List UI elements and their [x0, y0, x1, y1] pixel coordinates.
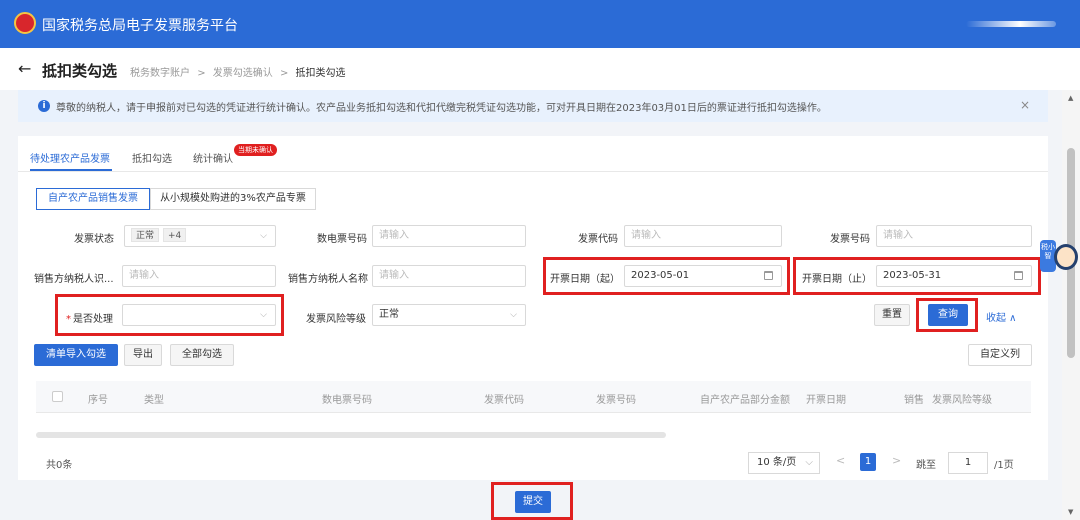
tax-emblem-icon	[14, 12, 36, 34]
jump-label: 跳至	[916, 460, 936, 471]
scroll-up-icon[interactable]: ▲	[1068, 94, 1073, 102]
date-start-value: 2023-05-01	[631, 270, 690, 281]
breadcrumb-item-tax-account[interactable]: 税务数字账户	[130, 68, 190, 79]
invoice-no-input[interactable]: 请输入	[876, 225, 1032, 247]
select-all-button[interactable]: 全部勾选	[170, 344, 234, 366]
active-tab-indicator	[30, 169, 112, 171]
main-panel: 待处理农产品发票 抵扣勾选 统计确认 当期未确认 自产农产品销售发票 从小规模处…	[18, 136, 1048, 480]
chevron-down-icon: ⌵	[805, 457, 813, 468]
status-badge: 当期未确认	[234, 144, 277, 156]
notice-text: 尊敬的纳税人，请于申报前对已勾选的凭证进行统计确认。农产品业务抵扣勾选和代扣代缴…	[56, 103, 827, 114]
seller-tax-id-input[interactable]: 请输入	[122, 265, 276, 287]
table-header: 序号 类型 数电票号码 发票代码 发票号码 自产农产品部分金额 开票日期 销售 …	[36, 381, 1031, 413]
tab-deduction-select[interactable]: 抵扣勾选	[132, 150, 172, 165]
page-number-current[interactable]: 1	[860, 453, 876, 471]
seller-tax-id-label: 销售方纳税人识...	[34, 274, 114, 285]
column-header: 开票日期	[806, 395, 846, 406]
column-header: 销售	[904, 395, 924, 406]
assistant-avatar-icon	[1054, 244, 1078, 270]
chevron-down-icon: ⌵	[260, 231, 267, 241]
chevron-down-icon: ⌵	[260, 310, 267, 320]
breadcrumb-separator: >	[197, 68, 206, 79]
prev-page-icon[interactable]: <	[836, 454, 845, 467]
date-start-picker[interactable]: 2023-05-01	[624, 265, 782, 287]
tab-stat-confirm[interactable]: 统计确认	[193, 150, 233, 165]
column-header: 发票号码	[596, 395, 636, 406]
submit-button[interactable]: 提交	[515, 491, 551, 513]
processed-select[interactable]: ⌵	[122, 304, 276, 326]
export-button[interactable]: 导出	[124, 344, 162, 366]
column-header: 数电票号码	[322, 395, 372, 406]
jump-page-input[interactable]: 1	[948, 452, 988, 474]
digital-no-label: 数电票号码	[317, 234, 367, 245]
processed-label: * 是否处理	[66, 314, 113, 325]
back-arrow-icon[interactable]: ←	[18, 59, 31, 78]
import-select-button[interactable]: 清单导入勾选	[34, 344, 118, 366]
risk-level-select[interactable]: 正常 ⌵	[372, 304, 526, 326]
risk-level-value: 正常	[379, 309, 399, 320]
status-select[interactable]: 正常 +4 ⌵	[124, 225, 276, 247]
status-label: 发票状态	[74, 234, 114, 245]
select-all-checkbox[interactable]	[52, 391, 63, 402]
seller-name-label: 销售方纳税人名称	[288, 274, 368, 285]
notice-banner: i 尊敬的纳税人，请于申报前对已勾选的凭证进行统计确认。农产品业务抵扣勾选和代扣…	[18, 90, 1048, 122]
tab-bar: 待处理农产品发票 抵扣勾选 统计确认 当期未确认	[18, 136, 1048, 172]
tab-pending-agri-invoices[interactable]: 待处理农产品发票	[30, 150, 110, 165]
reset-button[interactable]: 重置	[874, 304, 910, 326]
date-end-value: 2023-05-31	[883, 270, 942, 281]
invoice-no-label: 发票号码	[830, 234, 870, 245]
total-count: 共0条	[46, 460, 73, 471]
scroll-down-icon[interactable]: ▼	[1068, 508, 1073, 516]
assistant-widget[interactable]: 税小智	[1040, 236, 1078, 278]
segment-self-produced[interactable]: 自产农产品销售发票	[36, 188, 150, 210]
vertical-scrollbar[interactable]: ▲ ▼	[1062, 90, 1080, 520]
page-size-select[interactable]: 10 条/页 ⌵	[748, 452, 820, 474]
close-icon[interactable]: ×	[1020, 98, 1030, 112]
breadcrumb-item-invoice-confirm[interactable]: 发票勾选确认	[213, 68, 273, 79]
next-page-icon[interactable]: >	[892, 454, 901, 467]
column-header: 序号	[88, 395, 108, 406]
digital-no-input[interactable]: 请输入	[372, 225, 526, 247]
invoice-code-label: 发票代码	[578, 234, 618, 245]
horizontal-scrollbar[interactable]	[36, 432, 666, 438]
info-icon: i	[38, 100, 50, 112]
collapse-toggle[interactable]: 收起 ∧	[986, 309, 1017, 324]
segment-small-scale-3pct[interactable]: 从小规模处购进的3%农产品专票	[150, 188, 316, 210]
date-end-picker[interactable]: 2023-05-31	[876, 265, 1032, 287]
app-title: 国家税务总局电子发票服务平台	[42, 18, 238, 34]
date-start-label: 开票日期（起）	[550, 274, 620, 285]
status-tag: 正常	[131, 228, 160, 242]
user-account-menu[interactable]	[966, 21, 1056, 27]
top-bar: 国家税务总局电子发票服务平台	[0, 0, 1080, 48]
column-header: 类型	[144, 395, 164, 406]
column-header: 发票代码	[484, 395, 524, 406]
calendar-icon	[764, 271, 773, 280]
column-header: 自产农产品部分金额	[700, 395, 790, 406]
date-end-label: 开票日期（止）	[802, 274, 872, 285]
total-pages: /1页	[994, 460, 1014, 471]
column-header: 发票风险等级	[932, 395, 992, 406]
query-button[interactable]: 查询	[928, 304, 968, 326]
breadcrumb: 税务数字账户 > 发票勾选确认 > 抵扣类勾选	[130, 64, 346, 79]
calendar-icon	[1014, 271, 1023, 280]
status-more-tag: +4	[163, 228, 187, 242]
page-title: 抵扣类勾选	[42, 62, 118, 80]
custom-columns-button[interactable]: 自定义列	[968, 344, 1032, 366]
seller-name-input[interactable]: 请输入	[372, 265, 526, 287]
chevron-down-icon: ⌵	[510, 310, 517, 320]
page-header: ← 抵扣类勾选 税务数字账户 > 发票勾选确认 > 抵扣类勾选	[0, 48, 1080, 90]
invoice-code-input[interactable]: 请输入	[624, 225, 782, 247]
breadcrumb-separator: >	[279, 68, 289, 79]
breadcrumb-item-current: 抵扣类勾选	[295, 68, 346, 79]
risk-level-label: 发票风险等级	[306, 314, 366, 325]
